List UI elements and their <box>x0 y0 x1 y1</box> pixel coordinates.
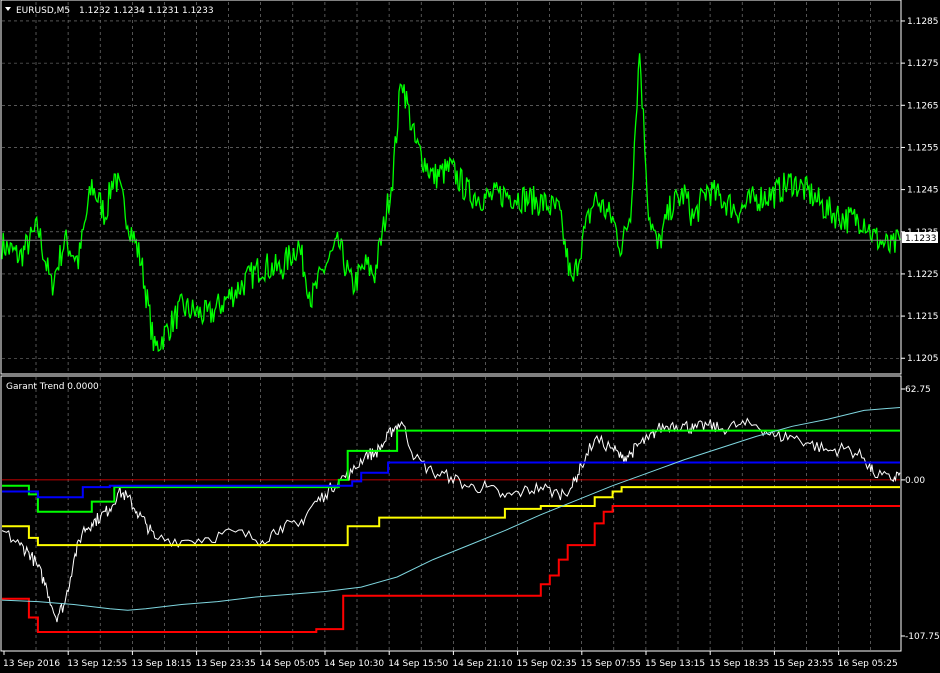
price-tick-label: 1.1265 <box>907 101 939 111</box>
indicator-tick-label: 62.75 <box>905 385 931 395</box>
time-tick-label: 16 Sep 05:25 <box>838 659 898 669</box>
price-tick-label: 1.1245 <box>907 186 939 196</box>
time-tick-label: 15 Sep 13:15 <box>645 659 705 669</box>
time-tick-label: 13 Sep 12:55 <box>67 659 127 669</box>
mt4-chart[interactable]: 1.12851.12751.12651.12551.12451.12351.12… <box>0 0 940 673</box>
time-tick-label: 13 Sep 18:15 <box>131 659 191 669</box>
indicator-tick-label: 0.00 <box>905 476 925 486</box>
time-tick-label: 13 Sep 23:35 <box>196 659 256 669</box>
time-tick-label: 14 Sep 05:05 <box>260 659 320 669</box>
price-tick-label: 1.1255 <box>907 143 939 153</box>
ohlc-values: 1.1232 1.1234 1.1231 1.1233 <box>79 6 214 16</box>
price-tick-label: 1.1205 <box>907 354 939 364</box>
price-tick-label: 1.1215 <box>907 312 939 322</box>
symbol-label: EURUSD,M5 <box>16 6 70 16</box>
time-tick-label: 15 Sep 23:55 <box>773 659 833 669</box>
time-tick-label: 15 Sep 02:35 <box>517 659 577 669</box>
time-tick-label: 13 Sep 2016 <box>3 659 60 669</box>
symbol-header: EURUSD,M5 1.1232 1.1234 1.1231 1.1233 <box>5 6 214 16</box>
price-tick-label: 1.1285 <box>907 17 939 27</box>
price-tick-label: 1.1275 <box>907 59 939 69</box>
current-price-label: 1.1233 <box>905 234 937 244</box>
time-tick-label: 14 Sep 10:30 <box>324 659 384 669</box>
indicator-title: Garant Trend 0.0000 <box>6 382 99 392</box>
time-tick-label: 15 Sep 07:55 <box>581 659 641 669</box>
time-tick-label: 15 Sep 18:35 <box>709 659 769 669</box>
chart-background <box>0 0 940 673</box>
price-tick-label: 1.1225 <box>907 270 939 280</box>
indicator-tick-label: -107.75 <box>905 632 940 642</box>
time-tick-label: 14 Sep 21:10 <box>452 659 512 669</box>
current-price-tag: 1.1233 <box>902 232 938 244</box>
price-axis: 1.12851.12751.12651.12551.12451.12351.12… <box>901 17 939 364</box>
time-tick-label: 14 Sep 15:50 <box>388 659 448 669</box>
